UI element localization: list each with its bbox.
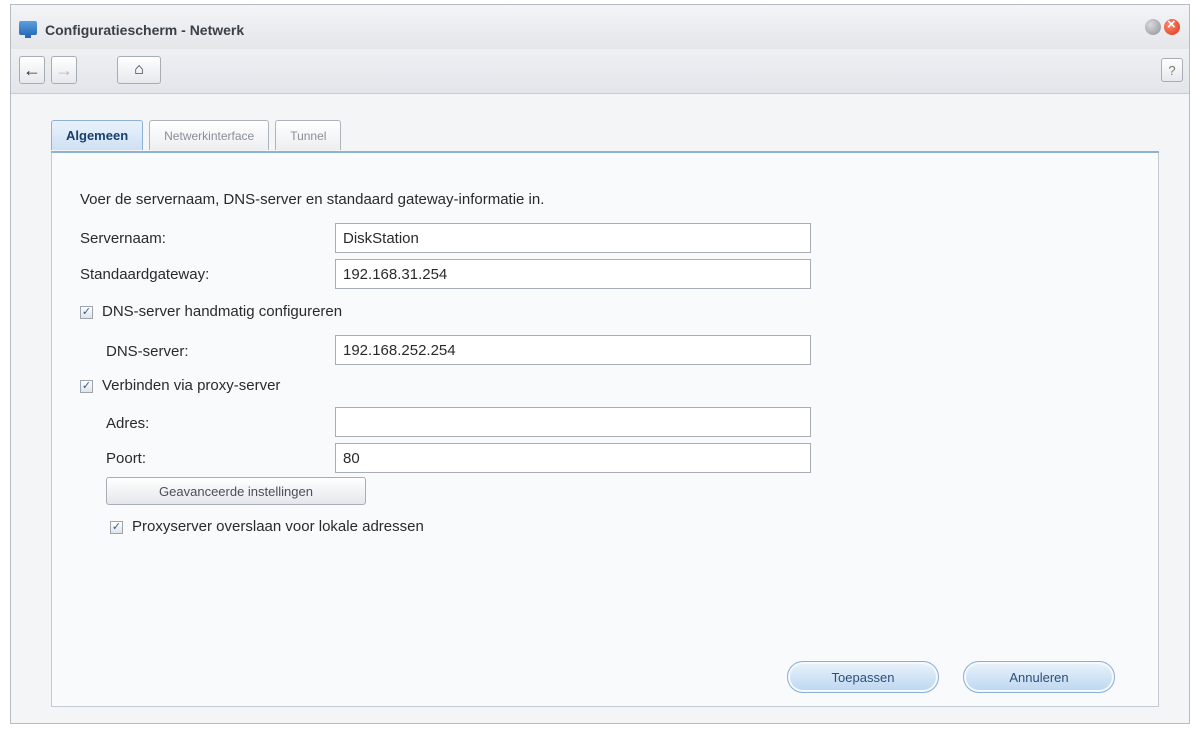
proxy-checkbox[interactable]: ✓: [80, 380, 93, 393]
tab-bar: Algemeen Netwerkinterface Tunnel: [51, 120, 342, 152]
control-panel-window: Configuratiescherm - Netwerk ← → ⌂ ? Alg…: [10, 4, 1190, 724]
minimize-icon[interactable]: [1145, 19, 1161, 35]
dns-manual-label: DNS-server handmatig configureren: [102, 303, 343, 320]
content-area: Algemeen Netwerkinterface Tunnel Voer de…: [11, 94, 1189, 723]
intro-text: Voer de servernaam, DNS-server en standa…: [80, 191, 545, 208]
window-title: Configuratiescherm - Netwerk: [45, 22, 245, 38]
control-panel-icon: [19, 21, 37, 38]
servername-label: Servernaam:: [80, 230, 166, 247]
help-icon: ?: [1168, 62, 1176, 78]
gateway-label: Standaardgateway:: [80, 266, 210, 283]
forward-button[interactable]: →: [51, 56, 77, 84]
port-label: Poort:: [106, 450, 147, 467]
dns-manual-checkbox[interactable]: ✓: [80, 306, 93, 319]
arrow-left-icon: ←: [23, 59, 41, 80]
bypass-checkbox[interactable]: ✓: [110, 521, 123, 534]
bypass-label: Proxyserver overslaan voor lokale adress…: [132, 518, 424, 535]
home-button[interactable]: ⌂: [117, 56, 161, 84]
title-bar: Configuratiescherm - Netwerk: [11, 5, 1189, 49]
close-icon[interactable]: [1164, 16, 1180, 35]
apply-button[interactable]: Toepassen: [787, 661, 939, 693]
help-button[interactable]: ?: [1161, 58, 1183, 82]
toolbar: ← → ⌂ ?: [11, 49, 1189, 94]
servername-input[interactable]: [335, 223, 811, 253]
cancel-button[interactable]: Annuleren: [963, 661, 1115, 693]
gateway-input[interactable]: [335, 259, 811, 289]
dns-input[interactable]: [335, 335, 811, 365]
tab-netwerkinterface[interactable]: Netwerkinterface: [149, 120, 270, 150]
address-label: Adres:: [106, 415, 150, 432]
home-icon: ⌂: [134, 61, 144, 78]
general-settings-panel: Voer de servernaam, DNS-server en standa…: [51, 153, 1159, 707]
dns-label: DNS-server:: [106, 343, 189, 360]
back-button[interactable]: ←: [19, 56, 45, 84]
tab-tunnel[interactable]: Tunnel: [275, 120, 342, 150]
arrow-right-icon: →: [55, 59, 73, 80]
tab-algemeen[interactable]: Algemeen: [51, 120, 144, 150]
port-input[interactable]: [335, 443, 811, 473]
advanced-settings-button[interactable]: Geavanceerde instellingen: [106, 477, 366, 505]
address-input[interactable]: [335, 407, 811, 437]
proxy-label: Verbinden via proxy-server: [102, 377, 281, 394]
